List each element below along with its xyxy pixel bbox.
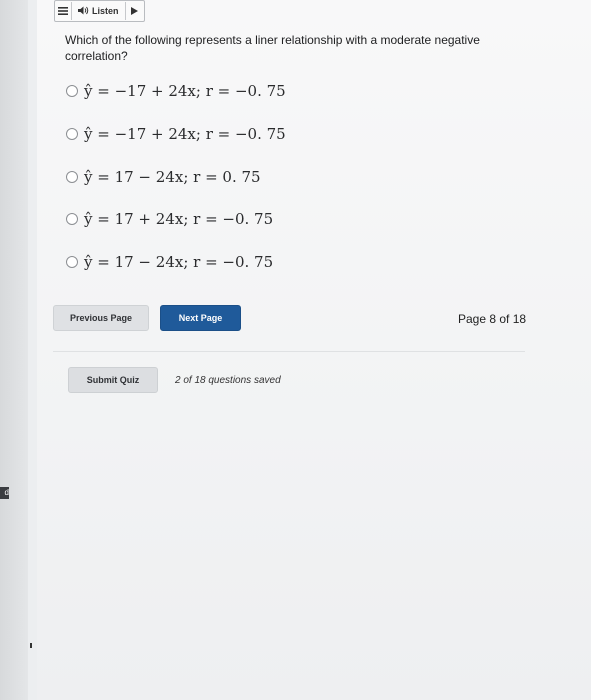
speaker-icon	[78, 6, 89, 17]
radio-button[interactable]	[66, 85, 78, 97]
radio-button[interactable]	[66, 256, 78, 268]
left-sidebar-strip	[0, 0, 28, 700]
option-label: ŷ = −17 + 24x; r = −0. 75	[84, 125, 286, 143]
hamburger-icon[interactable]	[55, 2, 72, 20]
saved-status: 2 of 18 questions saved	[175, 375, 281, 386]
previous-page-button[interactable]: Previous Page	[53, 305, 149, 331]
answer-option-3[interactable]: ŷ = 17 − 24x; r = 0. 75	[66, 168, 261, 186]
question-text: Which of the following represents a line…	[65, 33, 480, 63]
quiz-panel	[37, 0, 591, 700]
page-indicator: Page 8 of 18	[458, 312, 527, 326]
radio-button[interactable]	[66, 171, 78, 183]
option-label: ŷ = −17 + 24x; r = −0. 75	[84, 82, 286, 100]
edge-tab[interactable]: d	[0, 487, 9, 499]
edge-marker	[30, 643, 32, 648]
divider	[53, 351, 525, 352]
listen-label: Listen	[92, 6, 119, 16]
option-label: ŷ = 17 − 24x; r = 0. 75	[84, 168, 261, 186]
read-aloud-toolbar: Listen	[54, 0, 145, 22]
answer-option-4[interactable]: ŷ = 17 + 24x; r = −0. 75	[66, 210, 273, 228]
radio-button[interactable]	[66, 213, 78, 225]
answer-option-5[interactable]: ŷ = 17 − 24x; r = −0. 75	[66, 253, 273, 271]
answer-option-2[interactable]: ŷ = −17 + 24x; r = −0. 75	[66, 125, 286, 143]
submit-quiz-button[interactable]: Submit Quiz	[68, 367, 158, 393]
answer-option-1[interactable]: ŷ = −17 + 24x; r = −0. 75	[66, 82, 286, 100]
option-label: ŷ = 17 − 24x; r = −0. 75	[84, 253, 274, 271]
option-label: ŷ = 17 + 24x; r = −0. 75	[84, 210, 274, 228]
play-icon[interactable]	[126, 2, 144, 20]
radio-button[interactable]	[66, 128, 78, 140]
listen-button[interactable]: Listen	[72, 2, 126, 20]
next-page-button[interactable]: Next Page	[160, 305, 241, 331]
